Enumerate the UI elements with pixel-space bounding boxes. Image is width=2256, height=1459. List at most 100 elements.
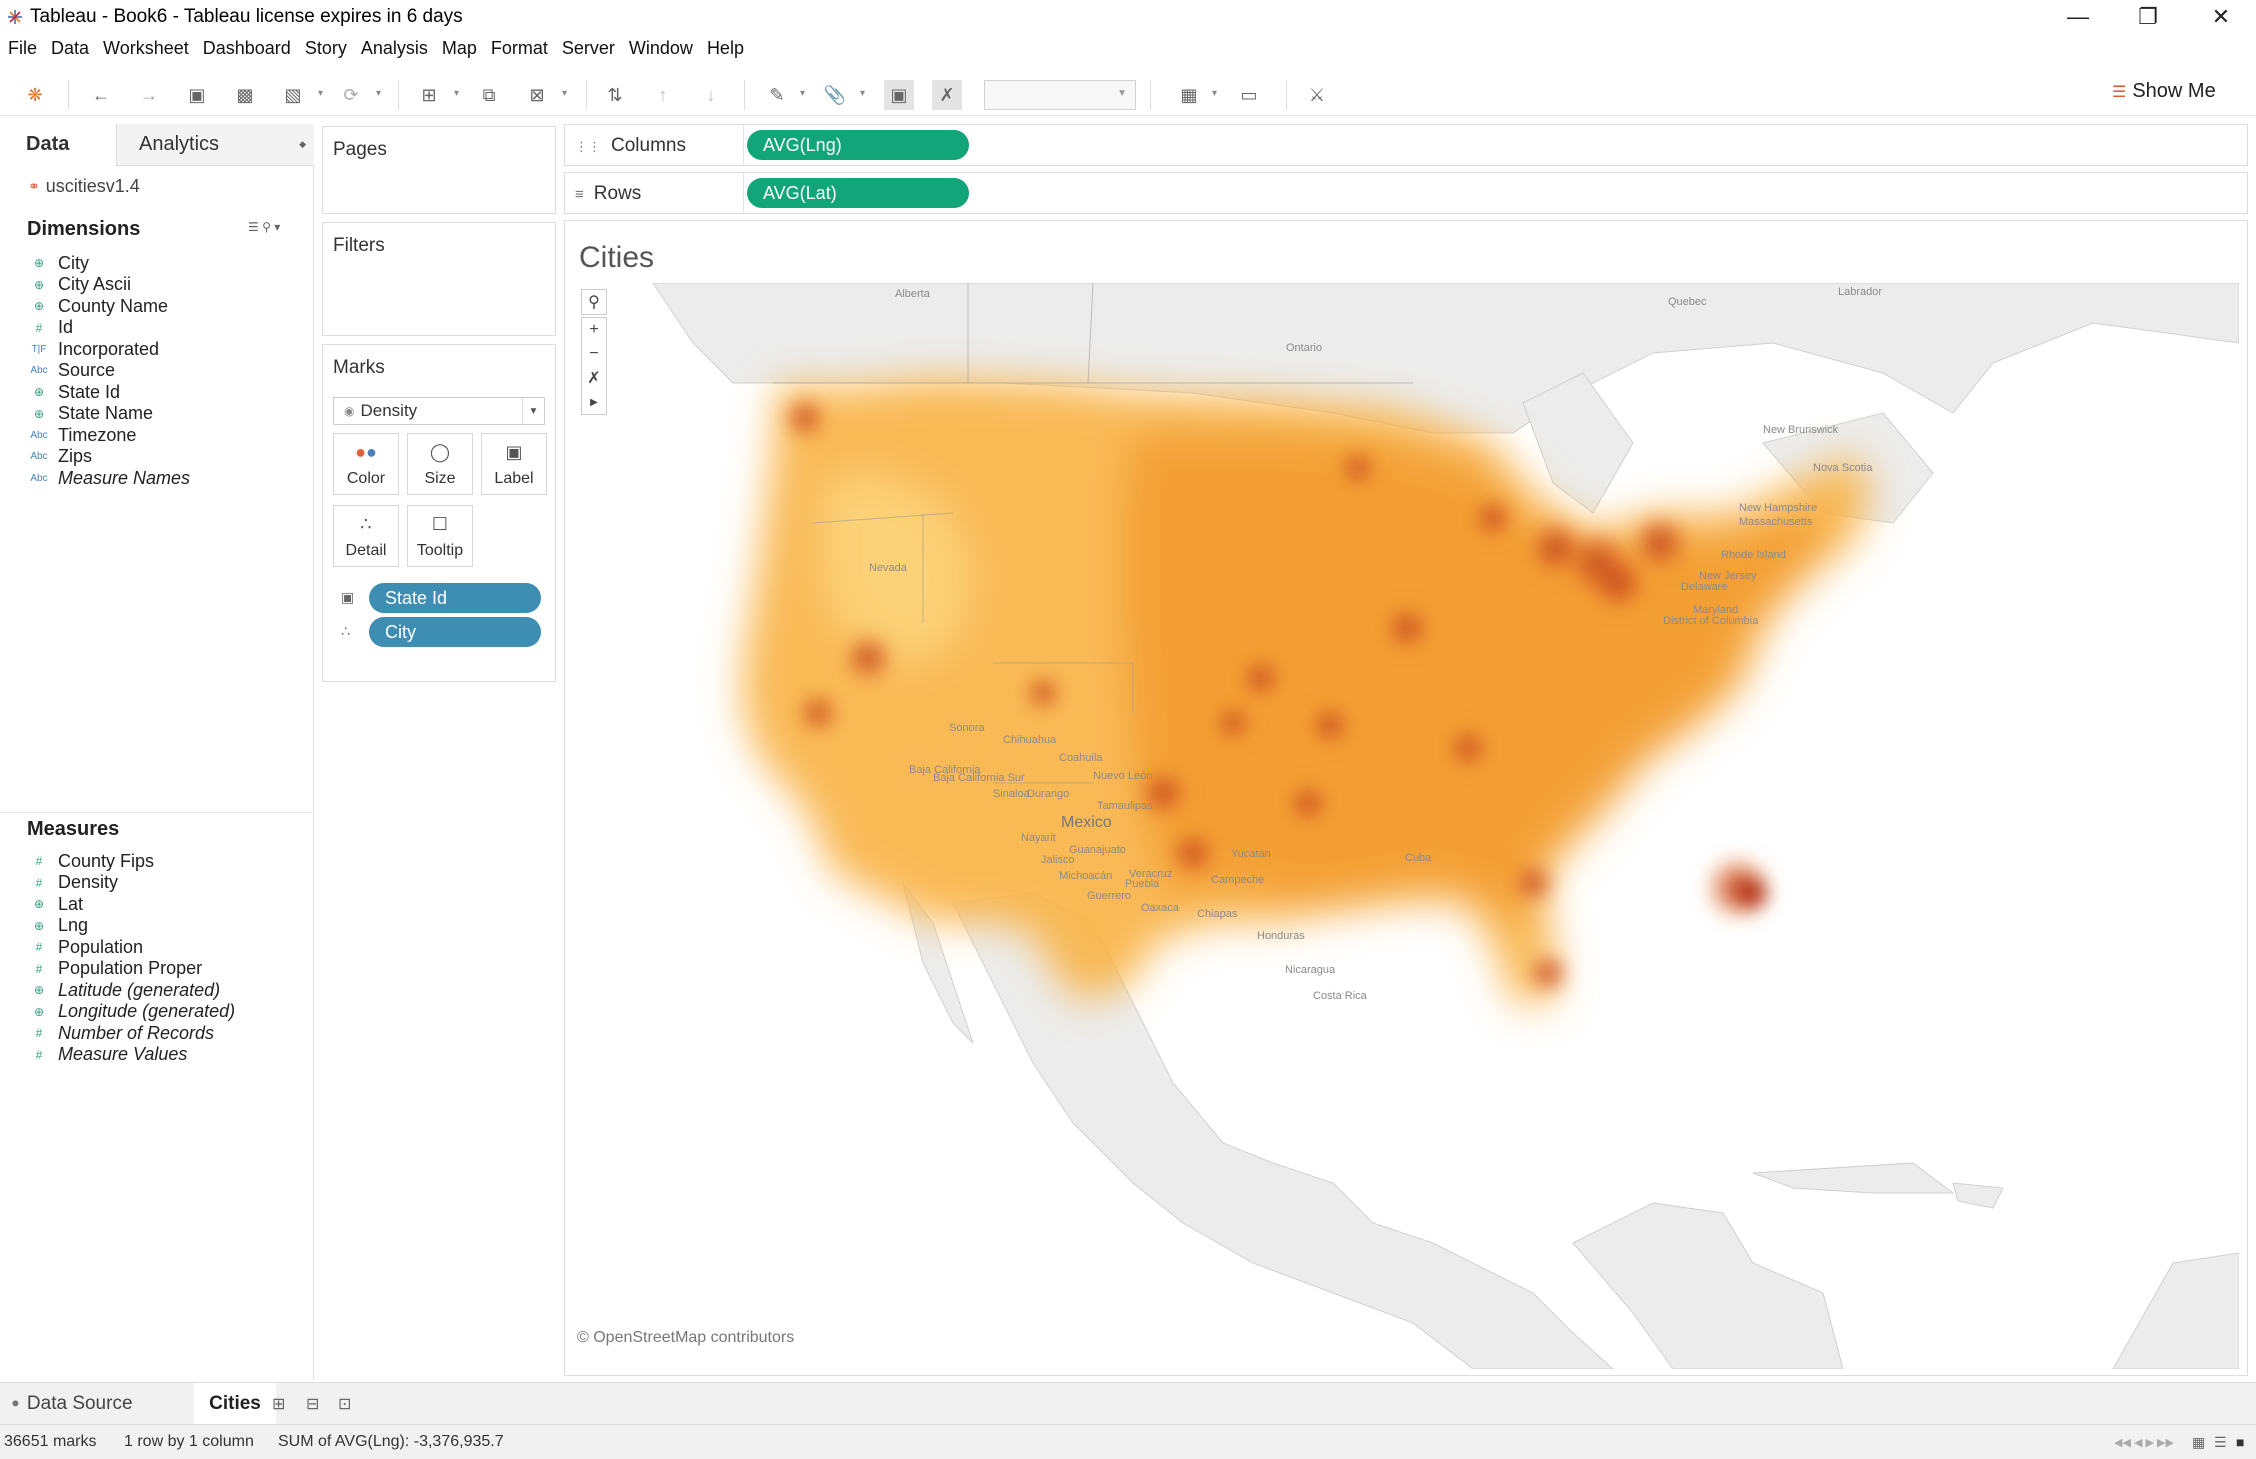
tableau-home-icon[interactable]: ❋ bbox=[20, 80, 50, 110]
mark-type-dropdown[interactable]: ◉ Density ▼ bbox=[333, 397, 545, 425]
label-button[interactable]: ▣ Label bbox=[481, 433, 547, 495]
minimize-icon[interactable]: — bbox=[2043, 0, 2113, 34]
globe-icon: ⊕ bbox=[33, 256, 45, 270]
filters-card[interactable]: Filters bbox=[322, 222, 556, 336]
show-me-button[interactable]: ☰ Show Me bbox=[2112, 80, 2216, 103]
menu-file[interactable]: File bbox=[8, 36, 37, 64]
datasource-item[interactable]: ⚭ uscitiesv1.4 bbox=[28, 176, 140, 197]
menu-worksheet[interactable]: Worksheet bbox=[103, 36, 189, 64]
new-worksheet-tab-icon[interactable]: ⊞ bbox=[272, 1383, 285, 1425]
show-filmstrip-icon[interactable]: ▦ bbox=[2192, 1434, 2205, 1451]
rows-shelf[interactable]: ≡ Rows AVG(Lat) bbox=[564, 172, 2248, 214]
size-icon: ◯ bbox=[429, 442, 451, 462]
dimension-field-label: Timezone bbox=[58, 424, 137, 445]
save-icon[interactable]: ▣ bbox=[182, 80, 212, 110]
map-place-label: Baja California Sur bbox=[933, 772, 1025, 784]
columns-shelf[interactable]: ⋮⋮ Columns AVG(Lng) bbox=[564, 124, 2248, 166]
dimension-field-label: State Id bbox=[58, 381, 121, 402]
pause-updates-icon[interactable]: ▧ bbox=[278, 80, 308, 110]
detail-button[interactable]: ∴ Detail bbox=[333, 505, 399, 567]
viz-title[interactable]: Cities bbox=[579, 241, 654, 275]
measure-field[interactable]: # Measure Values bbox=[28, 1042, 188, 1068]
show-sheet-sorter-icon[interactable]: ■ bbox=[2236, 1434, 2244, 1450]
highlight-icon[interactable]: ✎ bbox=[762, 80, 792, 110]
toolbar: ❋ ← → ▣ ▩ ▧ ▾ ⟳ ▾ ⊞ ▾ ⧉ ⊠ ▾ ⇅ ↑ ↓ ✎ ▾ 📎 … bbox=[0, 72, 2256, 116]
map-search-control[interactable]: ⚲ bbox=[581, 289, 607, 315]
size-button[interactable]: ◯ Size bbox=[407, 433, 473, 495]
hash-icon: # bbox=[35, 940, 43, 954]
menu-dashboard[interactable]: Dashboard bbox=[203, 36, 291, 64]
pill-avg-lng[interactable]: AVG(Lng) bbox=[747, 130, 969, 160]
map-place-label: Sinaloa bbox=[993, 788, 1031, 800]
clear-sheet-icon[interactable]: ⊠ bbox=[522, 80, 552, 110]
close-icon[interactable]: ✕ bbox=[2186, 0, 2256, 34]
tab-data[interactable]: Data bbox=[0, 124, 116, 166]
menu-analysis[interactable]: Analysis bbox=[361, 36, 428, 64]
show-mark-labels-icon[interactable]: ▣ bbox=[884, 80, 914, 110]
menu-story[interactable]: Story bbox=[305, 36, 347, 64]
pill-city[interactable]: City bbox=[369, 617, 541, 647]
dimension-field[interactable]: Abc Measure Names bbox=[28, 465, 190, 491]
share-icon[interactable]: ⚔ bbox=[1302, 80, 1332, 110]
hash-icon: # bbox=[35, 1026, 43, 1040]
sheet-navigation-icon[interactable]: ◀◀ ◀ ▶ ▶▶ bbox=[2114, 1436, 2174, 1449]
show-cards-icon[interactable]: ▦ bbox=[1174, 80, 1204, 110]
tab-analytics[interactable]: Analytics ◆ bbox=[116, 124, 314, 166]
pin-map-icon[interactable]: ✗ bbox=[581, 366, 607, 390]
rows-icon: ≡ bbox=[575, 186, 584, 203]
measure-field-label: Number of Records bbox=[58, 1022, 215, 1043]
fit-dropdown[interactable]: ▼ bbox=[984, 80, 1136, 110]
duplicate-sheet-icon[interactable]: ⧉ bbox=[474, 80, 504, 110]
zoom-in-icon[interactable]: + bbox=[581, 318, 607, 342]
map-place-label: Campeche bbox=[1211, 874, 1264, 886]
restore-icon[interactable]: ❐ bbox=[2113, 0, 2183, 34]
presentation-mode-icon[interactable]: ▭ bbox=[1234, 80, 1264, 110]
map-place-label: Labrador bbox=[1838, 286, 1882, 298]
dimension-field-label: Id bbox=[58, 317, 74, 337]
measure-field-label: Longitude (generated) bbox=[58, 1001, 236, 1021]
view-toggle-icon[interactable]: ☰ ⚲ ▾ bbox=[248, 220, 280, 234]
show-tabs-icon[interactable]: ☰ bbox=[2214, 1434, 2227, 1451]
pane-menu-icon[interactable]: ◆ bbox=[299, 139, 306, 150]
sheet-tabs-bar: ⚫ Data Source Cities ⊞ ⊟ ⊡ bbox=[0, 1382, 2256, 1425]
tab-data-source[interactable]: ⚫ Data Source bbox=[10, 1383, 133, 1425]
menu-help[interactable]: Help bbox=[707, 36, 744, 64]
status-marks: 36651 marks bbox=[4, 1433, 97, 1450]
refresh-icon[interactable]: ⟳ bbox=[336, 80, 366, 110]
sort-ascending-icon[interactable]: ↑ bbox=[648, 80, 678, 110]
map-toolbar-expand-icon[interactable]: ▶ bbox=[581, 390, 607, 414]
map-view[interactable]: Alberta Quebec Labrador Ontario New Brunswic… bbox=[573, 283, 2239, 1369]
pill-state-id[interactable]: State Id bbox=[369, 583, 541, 613]
dimension-field-label: State Name bbox=[58, 403, 154, 423]
zoom-out-icon[interactable]: − bbox=[581, 342, 607, 366]
menu-window[interactable]: Window bbox=[629, 36, 693, 64]
pages-card[interactable]: Pages bbox=[322, 126, 556, 214]
color-button[interactable]: ●● Color bbox=[333, 433, 399, 495]
menu-server[interactable]: Server bbox=[562, 36, 615, 64]
detail-encoding-icon: ∴ bbox=[341, 623, 350, 639]
menu-map[interactable]: Map bbox=[442, 36, 477, 64]
map-attribution[interactable]: © OpenStreetMap contributors bbox=[577, 1329, 794, 1347]
map-place-label: Honduras bbox=[1257, 930, 1305, 942]
menu-data[interactable]: Data bbox=[51, 36, 89, 64]
database-icon: ⚫ bbox=[10, 1396, 21, 1411]
group-members-icon[interactable]: 📎 bbox=[820, 80, 850, 110]
swap-rows-columns-icon[interactable]: ⇅ bbox=[600, 80, 630, 110]
undo-icon[interactable]: ← bbox=[86, 80, 116, 110]
globe-icon: ⊕ bbox=[33, 1004, 45, 1019]
sort-descending-icon[interactable]: ↓ bbox=[696, 80, 726, 110]
pill-avg-lat[interactable]: AVG(Lat) bbox=[747, 178, 969, 208]
marks-card: Marks ◉ Density ▼ ●● Color ◯ Size ▣ Labe… bbox=[322, 344, 556, 682]
tab-cities[interactable]: Cities bbox=[194, 1383, 276, 1425]
new-dashboard-tab-icon[interactable]: ⊟ bbox=[306, 1383, 319, 1425]
measures-header: Measures bbox=[27, 818, 120, 840]
measure-field-label: Measure Values bbox=[58, 1044, 188, 1064]
new-story-tab-icon[interactable]: ⊡ bbox=[338, 1383, 351, 1425]
fix-axes-icon[interactable]: ✗ bbox=[932, 80, 962, 110]
redo-icon[interactable]: → bbox=[134, 80, 164, 110]
tooltip-button[interactable]: ☐ Tooltip bbox=[407, 505, 473, 567]
new-datasource-icon[interactable]: ▩ bbox=[230, 80, 260, 110]
new-worksheet-icon[interactable]: ⊞ bbox=[414, 80, 444, 110]
menu-format[interactable]: Format bbox=[491, 36, 548, 64]
map-search-icon[interactable]: ⚲ bbox=[581, 290, 607, 314]
